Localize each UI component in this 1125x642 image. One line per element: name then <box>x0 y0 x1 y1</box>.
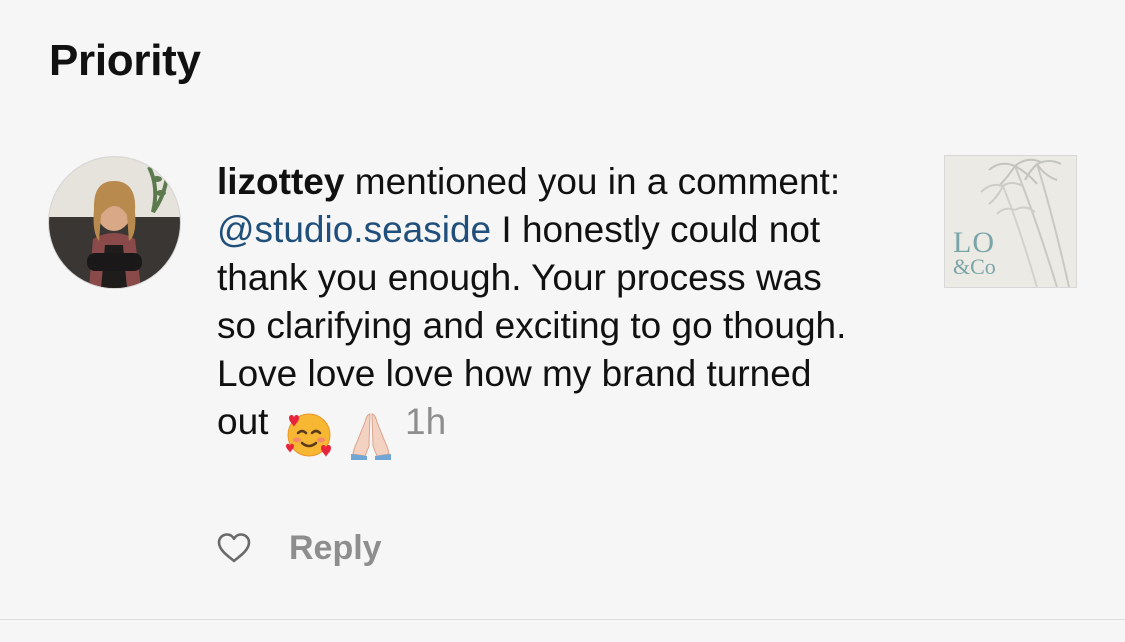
action-text: mentioned you in a comment: <box>344 161 841 202</box>
like-button[interactable] <box>217 531 251 565</box>
notification-actions: Reply <box>217 525 382 571</box>
section-title: Priority <box>49 36 201 85</box>
notification-item[interactable]: lizottey mentioned you in a comment: @st… <box>0 150 1125 590</box>
smiling-face-with-hearts-icon <box>285 413 331 458</box>
thumbnail-logo-text: LO &Co <box>953 228 996 278</box>
mention-link[interactable]: @studio.seaside <box>217 209 491 250</box>
avatar[interactable] <box>49 157 180 288</box>
divider <box>0 619 1125 620</box>
username-link[interactable]: lizottey <box>217 161 344 202</box>
user-profile-photo-icon <box>49 157 180 288</box>
notification-text: lizottey mentioned you in a comment: @st… <box>217 158 857 461</box>
reply-button[interactable]: Reply <box>289 529 382 568</box>
heart-outline-icon <box>217 533 251 563</box>
timestamp: 1h <box>405 401 447 442</box>
logo-text-bottom: &Co <box>953 254 996 279</box>
folded-hands-icon <box>351 413 391 461</box>
emoji-group <box>283 408 397 461</box>
